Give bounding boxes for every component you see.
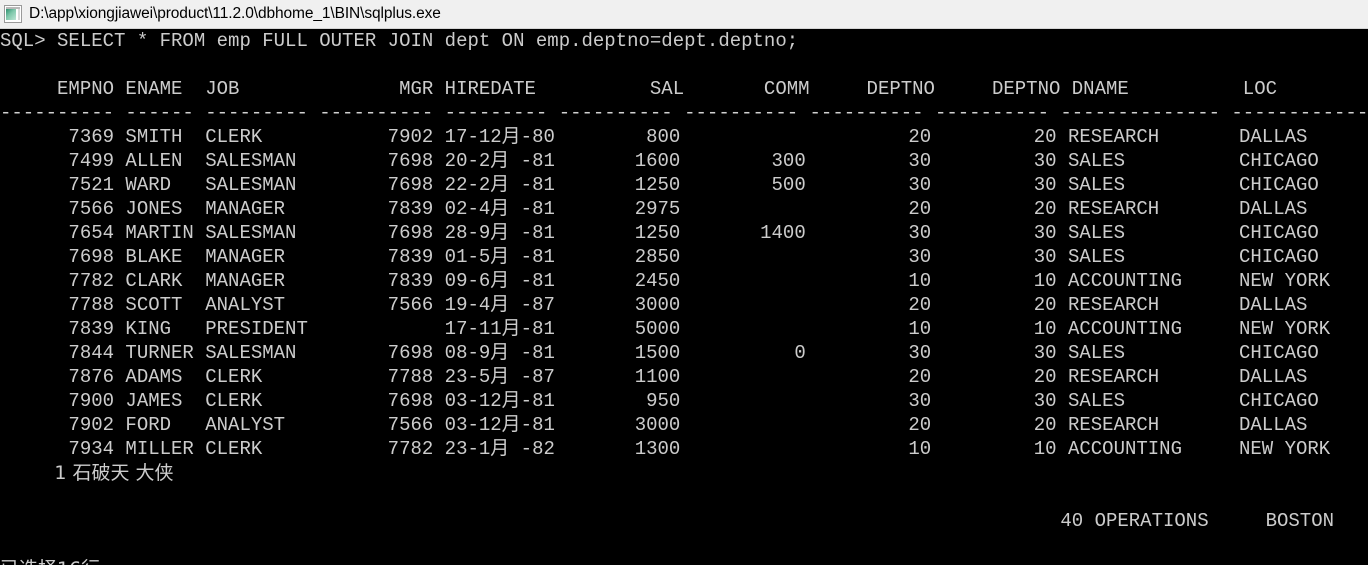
sql-prompt-line: SQL> SELECT * FROM emp FULL OUTER JOIN d… — [0, 30, 799, 52]
result-message: 已选择16行。 — [0, 557, 1368, 565]
table-row: 7499 ALLEN SALESMAN 7698 20-2月 -81 1600 … — [0, 150, 1319, 172]
table-row: 7902 FORD ANALYST 7566 03-12月-81 3000 20… — [0, 414, 1308, 436]
column-header-row: EMPNO ENAME JOB MGR HIREDATE SAL COMM DE… — [0, 78, 1278, 100]
column-separator-row: ---------- ------ --------- ---------- -… — [0, 102, 1368, 124]
table-row: 7844 TURNER SALESMAN 7698 08-9月 -81 1500… — [0, 342, 1319, 364]
window-titlebar[interactable]: D:\app\xiongjiawei\product\11.2.0\dbhome… — [0, 0, 1368, 29]
table-row: 7654 MARTIN SALESMAN 7698 28-9月 -81 1250… — [0, 222, 1319, 244]
table-row: 40 OPERATIONS BOSTON — [0, 510, 1335, 532]
table-row: 7839 KING PRESIDENT 17-11月-81 5000 10 10… — [0, 318, 1331, 340]
table-row: 7900 JAMES CLERK 7698 03-12月-81 950 30 3… — [0, 390, 1319, 412]
window-title: D:\app\xiongjiawei\product\11.2.0\dbhome… — [29, 5, 441, 22]
table-row: 7521 WARD SALESMAN 7698 22-2月 -81 1250 5… — [0, 174, 1319, 196]
table-row: 7782 CLARK MANAGER 7839 09-6月 -81 2450 1… — [0, 270, 1331, 292]
table-row: 7698 BLAKE MANAGER 7839 01-5月 -81 2850 3… — [0, 246, 1319, 268]
table-row: 7788 SCOTT ANALYST 7566 19-4月 -87 3000 2… — [0, 294, 1308, 316]
table-row: 7369 SMITH CLERK 7902 17-12月-80 800 20 2… — [0, 126, 1308, 148]
console-window-icon — [4, 5, 22, 23]
table-row: 7566 JONES MANAGER 7839 02-4月 -81 2975 2… — [0, 198, 1308, 220]
table-row: 7934 MILLER CLERK 7782 23-1月 -82 1300 10… — [0, 438, 1331, 460]
console-output-area[interactable]: SQL> SELECT * FROM emp FULL OUTER JOIN d… — [0, 29, 1368, 565]
table-row: 1 石破天 大侠 — [0, 462, 174, 484]
table-row: 7876 ADAMS CLERK 7788 23-5月 -87 1100 20 … — [0, 366, 1308, 388]
